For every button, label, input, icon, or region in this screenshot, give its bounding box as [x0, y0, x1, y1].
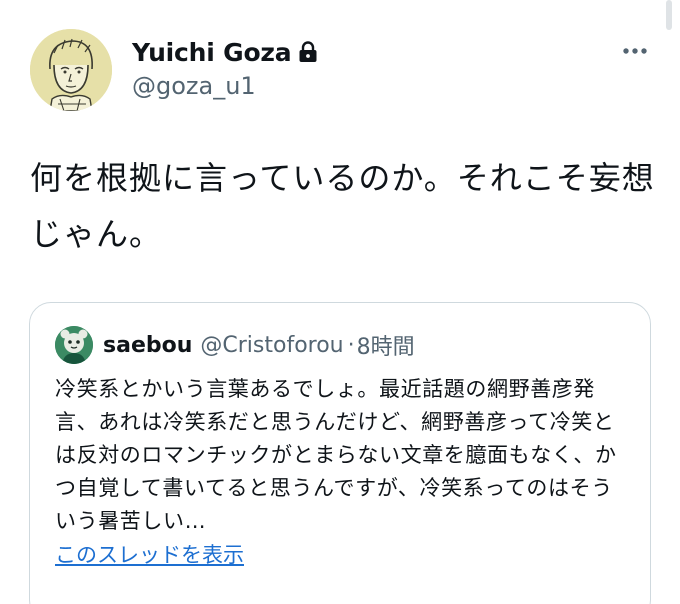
- scroll-indicator: [666, 0, 672, 30]
- sketched-portrait-avatar: [30, 29, 112, 111]
- quote-display-name: saebou: [103, 332, 193, 358]
- quote-separator: ·: [347, 332, 355, 358]
- lock-icon: [298, 41, 318, 63]
- quote-handle: @Cristoforou: [200, 332, 344, 358]
- more-options-icon[interactable]: [618, 41, 652, 61]
- quote-avatar: [55, 326, 93, 364]
- tweet: Yuichi Goza @goza_u1 何を根拠に言っているのか。それこそ妄想…: [0, 0, 680, 604]
- show-thread-link[interactable]: このスレッドを表示: [55, 539, 244, 569]
- author-info: Yuichi Goza @goza_u1: [132, 36, 318, 100]
- author-handle[interactable]: @goza_u1: [132, 72, 318, 100]
- quote-timestamp: 8時間: [356, 335, 415, 360]
- display-name[interactable]: Yuichi Goza: [132, 38, 292, 67]
- avatar[interactable]: [30, 29, 112, 111]
- quote-text: 冷笑系とかいう言葉あるでしょ。最近話題の網野善彦発言、あれは冷笑系だと思うんだけ…: [55, 377, 617, 533]
- quoted-tweet[interactable]: saebou @Cristoforou · 8時間 冷笑系とかいう言葉あるでしょ…: [29, 302, 651, 604]
- display-name-row: Yuichi Goza: [132, 36, 318, 68]
- character-avatar-icon: [55, 326, 93, 364]
- quote-header: saebou @Cristoforou · 8時間: [55, 326, 415, 364]
- tweet-text: 何を根拠に言っているのか。それこそ妄想じゃん。: [30, 159, 655, 253]
